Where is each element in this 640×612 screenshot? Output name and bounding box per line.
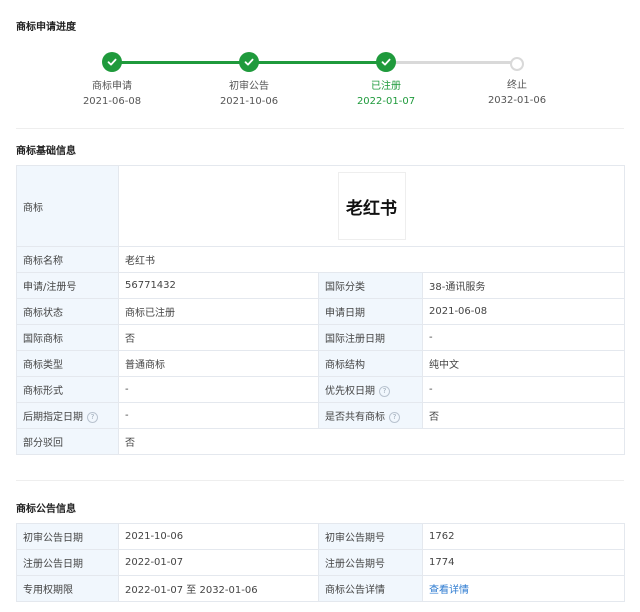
field-label: 专用权期限 xyxy=(16,575,119,602)
field-value: 1774 xyxy=(422,549,625,576)
progress-step-terminate: 终止 2032-01-06 xyxy=(462,50,572,106)
table-row: 申请/注册号 56771432 国际分类 38-通讯服务 xyxy=(16,272,625,299)
check-icon xyxy=(102,52,122,72)
trademark-name-value: 老红书 xyxy=(118,246,625,273)
field-label: 商标类型 xyxy=(16,350,119,377)
field-value: - xyxy=(422,324,625,351)
table-row: 商标名称 老红书 xyxy=(16,246,625,273)
table-row: 部分驳回 否 xyxy=(16,428,625,455)
field-value: 否 xyxy=(118,324,319,351)
step-date: 2021-10-06 xyxy=(219,96,279,107)
field-label: 注册公告日期 xyxy=(16,549,119,576)
field-label: 是否共有商标 xyxy=(325,412,385,423)
basic-section-title: 商标基础信息 xyxy=(16,146,76,157)
partial-reject-value: 否 xyxy=(118,428,625,455)
field-label: 国际分类 xyxy=(318,272,423,299)
table-row: 商标 老红书 xyxy=(16,165,625,247)
section-divider xyxy=(16,480,624,481)
step-date: 2021-06-08 xyxy=(82,96,142,107)
check-icon xyxy=(239,52,259,72)
help-icon[interactable]: ? xyxy=(389,411,400,423)
step-name: 初审公告 xyxy=(229,81,269,92)
field-label-with-help: 后期指定日期? xyxy=(16,402,119,429)
progress-section-title: 商标申请进度 xyxy=(16,22,76,33)
field-label-with-help: 是否共有商标? xyxy=(318,402,423,429)
field-value: 2022-01-07 至 2032-01-06 xyxy=(118,575,319,602)
field-label: 商标形式 xyxy=(16,376,119,403)
view-details-link[interactable]: 查看详情 xyxy=(429,585,469,596)
field-label: 优先权日期 xyxy=(325,386,375,397)
progress-step-registered: 已注册 2022-01-07 xyxy=(331,50,441,107)
field-value: 38-通讯服务 xyxy=(422,272,625,299)
field-value: - xyxy=(118,376,319,403)
table-row: 商标状态 商标已注册 申请日期 2021-06-08 xyxy=(16,298,625,325)
table-row: 后期指定日期? - 是否共有商标? 否 xyxy=(16,402,625,429)
field-label: 商标状态 xyxy=(16,298,119,325)
field-label: 初审公告期号 xyxy=(318,523,423,550)
field-label: 初审公告日期 xyxy=(16,523,119,550)
field-value: 2021-06-08 xyxy=(422,298,625,325)
help-icon[interactable]: ? xyxy=(379,385,390,397)
field-value: 否 xyxy=(422,402,625,429)
field-value: 纯中文 xyxy=(422,350,625,377)
field-label: 国际商标 xyxy=(16,324,119,351)
trademark-image: 老红书 xyxy=(337,172,406,240)
step-date: 2022-01-07 xyxy=(356,96,416,107)
table-row: 初审公告日期 2021-10-06 初审公告期号 1762 xyxy=(16,523,625,550)
field-value: - xyxy=(118,402,319,429)
step-name: 商标申请 xyxy=(92,81,132,92)
pending-dot-icon xyxy=(510,57,524,71)
field-label: 国际注册日期 xyxy=(318,324,423,351)
basic-info-table: 商标 老红书 商标名称 老红书 申请/注册号 56771432 国际分类 38-… xyxy=(16,165,625,455)
progress-step-apply: 商标申请 2021-06-08 xyxy=(57,50,167,107)
field-label: 注册公告期号 xyxy=(318,549,423,576)
section-divider xyxy=(16,128,624,129)
field-label: 后期指定日期 xyxy=(23,412,83,423)
trademark-label: 商标 xyxy=(16,165,119,247)
field-label: 商标结构 xyxy=(318,350,423,377)
table-row: 专用权期限 2022-01-07 至 2032-01-06 商标公告详情 查看详… xyxy=(16,575,625,602)
table-row: 商标类型 普通商标 商标结构 纯中文 xyxy=(16,350,625,377)
table-row: 注册公告日期 2022-01-07 注册公告期号 1774 xyxy=(16,549,625,576)
progress-step-preliminary: 初审公告 2021-10-06 xyxy=(194,50,304,107)
step-name: 终止 xyxy=(507,80,527,91)
trademark-name-label: 商标名称 xyxy=(16,246,119,273)
field-label-with-help: 优先权日期? xyxy=(318,376,423,403)
table-row: 国际商标 否 国际注册日期 - xyxy=(16,324,625,351)
field-label: 申请日期 xyxy=(318,298,423,325)
field-value: 2021-10-06 xyxy=(118,523,319,550)
field-value: 2022-01-07 xyxy=(118,549,319,576)
field-value: 商标已注册 xyxy=(118,298,319,325)
field-label: 申请/注册号 xyxy=(16,272,119,299)
step-name: 已注册 xyxy=(371,81,401,92)
step-date: 2032-01-06 xyxy=(487,95,547,106)
announce-section-title: 商标公告信息 xyxy=(16,504,76,515)
trademark-image-cell: 老红书 xyxy=(118,165,625,247)
field-value: 1762 xyxy=(422,523,625,550)
partial-reject-label: 部分驳回 xyxy=(16,428,119,455)
field-value: 普通商标 xyxy=(118,350,319,377)
field-value: 查看详情 xyxy=(422,575,625,602)
field-value: - xyxy=(422,376,625,403)
check-icon xyxy=(376,52,396,72)
field-value: 56771432 xyxy=(118,272,319,299)
announce-info-table: 初审公告日期 2021-10-06 初审公告期号 1762 注册公告日期 202… xyxy=(16,523,625,602)
table-row: 商标形式 - 优先权日期? - xyxy=(16,376,625,403)
help-icon[interactable]: ? xyxy=(87,411,98,423)
field-label: 商标公告详情 xyxy=(318,575,423,602)
progress-tracker: 商标申请 2021-06-08 初审公告 2021-10-06 已注册 2022… xyxy=(0,50,640,120)
